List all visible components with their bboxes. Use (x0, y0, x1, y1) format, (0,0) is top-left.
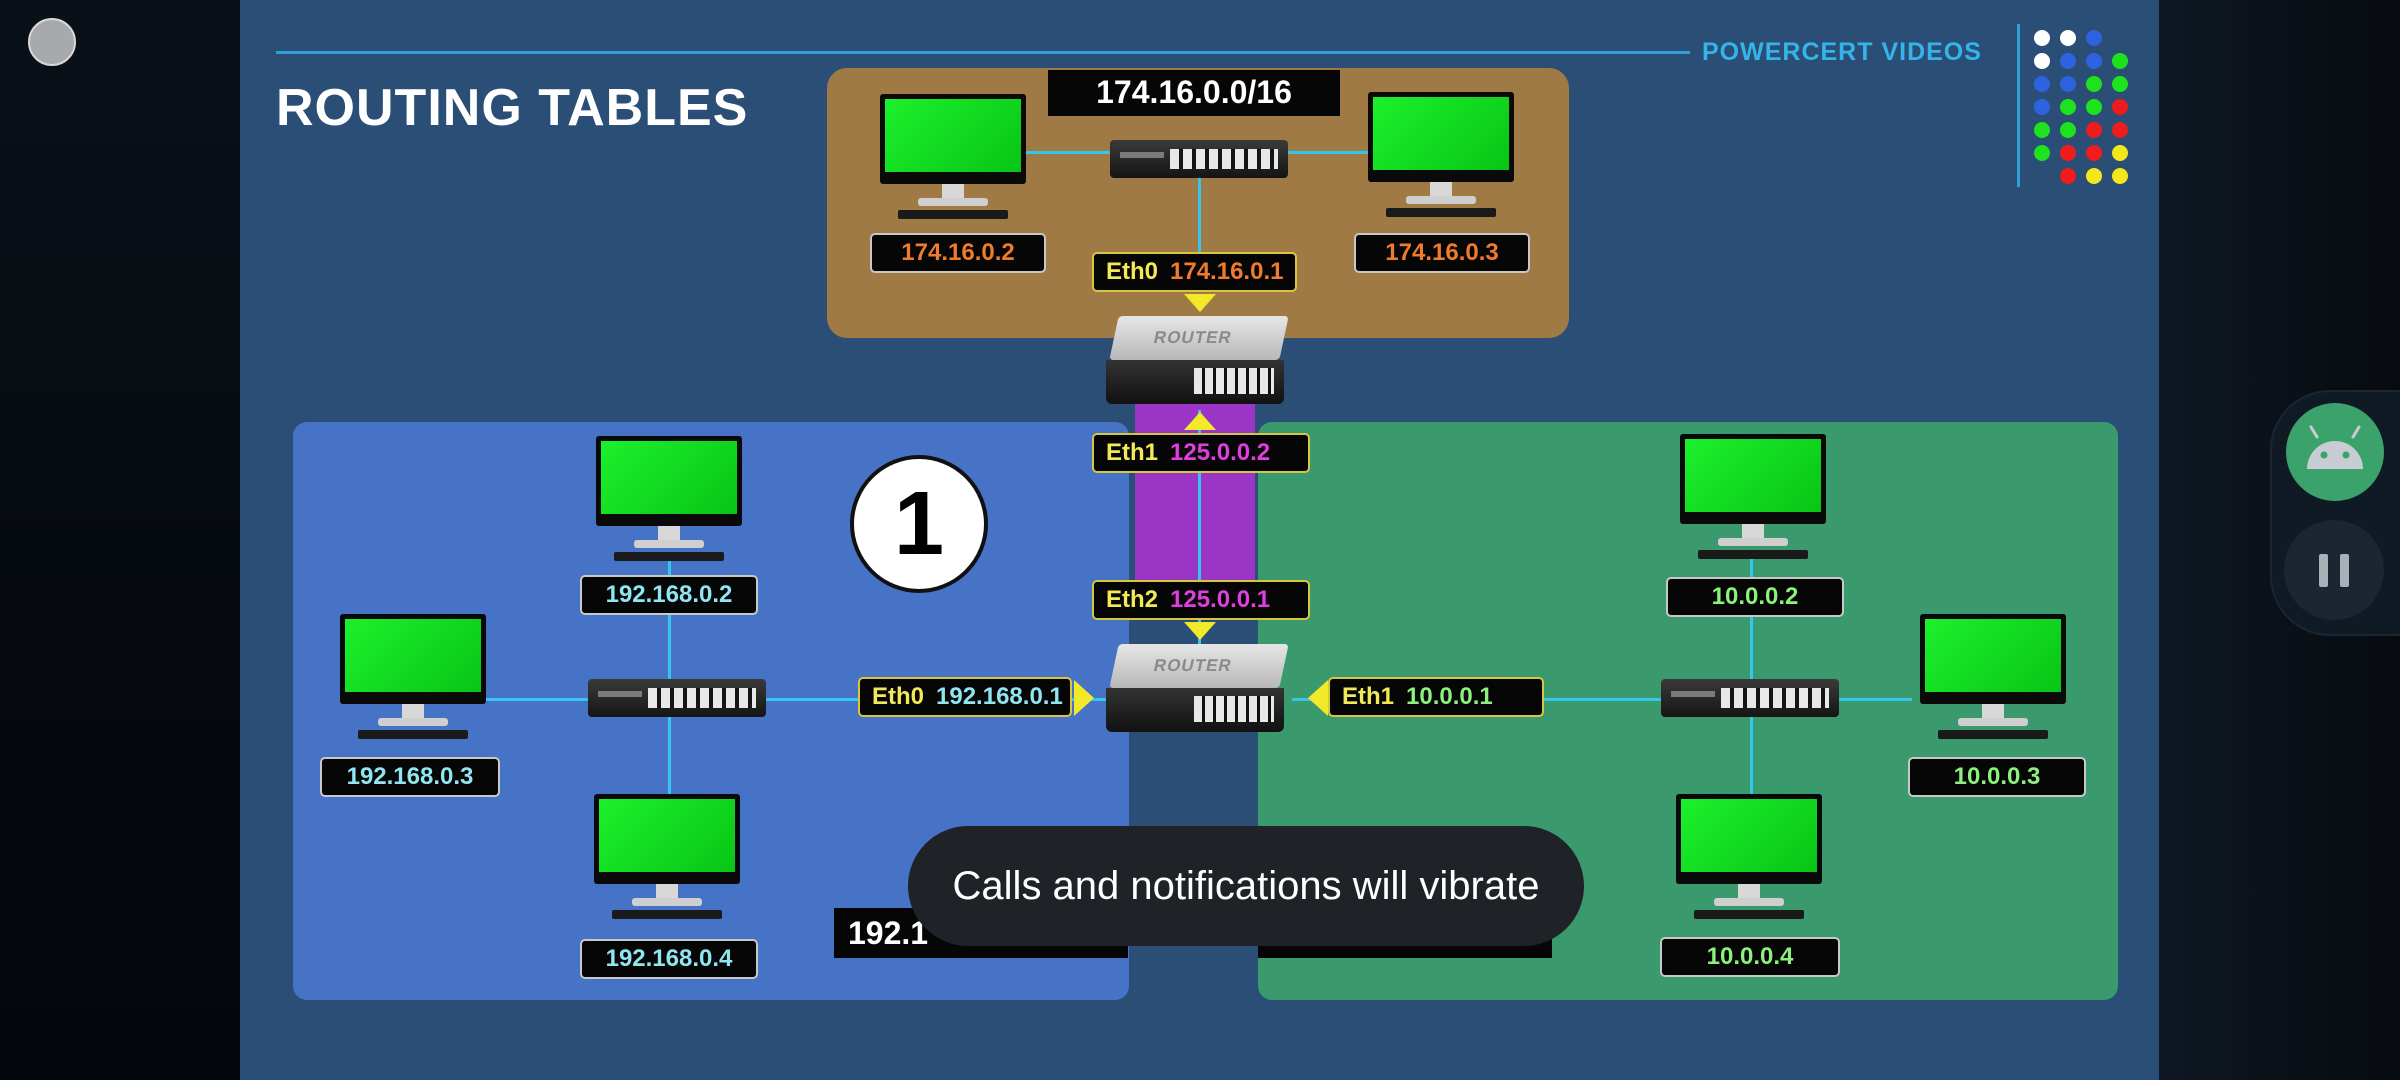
screen-record-icon[interactable] (28, 18, 76, 66)
wire (1198, 170, 1201, 260)
interface-name: Eth2 (1106, 586, 1159, 613)
arrow-down-icon (1184, 294, 1216, 312)
computer-icon (594, 794, 740, 924)
brand-dot (2112, 99, 2128, 115)
computer-icon (880, 94, 1026, 224)
computer-icon (1676, 794, 1822, 924)
pause-button[interactable] (2284, 520, 2384, 620)
arrow-right-icon (1074, 680, 1094, 716)
brand-dot (2034, 53, 2050, 69)
brand-dot (2086, 30, 2102, 46)
host-ip-label: 192.168.0.2 (580, 575, 758, 615)
brand-dot (2086, 145, 2102, 161)
computer-icon (596, 436, 742, 566)
pause-icon (2319, 554, 2328, 587)
computer-icon (340, 614, 486, 744)
interface-ip: 192.168.0.1 (936, 683, 1063, 710)
brand-dot (2060, 30, 2076, 46)
network-top-label: 174.16.0.0/16 (1048, 70, 1340, 116)
pause-icon (2340, 554, 2349, 587)
host-ip-label: 10.0.0.3 (1908, 757, 2086, 797)
brand-dot (2034, 99, 2050, 115)
brand-dot (2112, 145, 2128, 161)
host-ip-label: 192.168.0.4 (580, 939, 758, 979)
brand-dot (2060, 53, 2076, 69)
interface-name: Eth1 (1106, 439, 1159, 466)
router-icon: ROUTER (1106, 316, 1296, 412)
step-number-badge: 1 (850, 455, 988, 593)
arrow-up-icon (1184, 412, 1216, 430)
host-ip-label: 174.16.0.2 (870, 233, 1046, 273)
slide-title: ROUTING TABLES (276, 79, 749, 137)
switch-icon (1661, 679, 1839, 717)
brand-dot (2086, 76, 2102, 92)
brand-dot (2112, 122, 2128, 138)
switch-icon (1110, 140, 1288, 178)
router-icon: ROUTER (1106, 644, 1296, 740)
arrow-down-icon (1184, 622, 1216, 640)
brand-dot (2112, 168, 2128, 184)
android-icon[interactable] (2286, 403, 2384, 501)
router-interface-label: Eth1 10.0.0.1 (1328, 677, 1544, 717)
left-letterbox (0, 0, 240, 1080)
interface-name: Eth0 (1106, 258, 1159, 285)
switch-icon (588, 679, 766, 717)
interface-ip: 174.16.0.1 (1170, 258, 1284, 285)
host-ip-label: 10.0.0.4 (1660, 937, 1840, 977)
brand-dot (2060, 76, 2076, 92)
interface-ip: 125.0.0.1 (1170, 586, 1271, 613)
brand-dot (2060, 168, 2076, 184)
host-ip-label: 192.168.0.3 (320, 757, 500, 797)
interface-name: Eth1 (1342, 683, 1395, 710)
interface-ip: 125.0.0.2 (1170, 439, 1271, 466)
brand-dot (2086, 53, 2102, 69)
vibrate-toast: Calls and notifications will vibrate (908, 826, 1584, 946)
computer-icon (1920, 614, 2066, 744)
brand-dot (2034, 145, 2050, 161)
header-divider (276, 51, 1690, 54)
brand-dot (2060, 122, 2076, 138)
interface-name: Eth0 (872, 683, 925, 710)
brand-dot (2086, 168, 2102, 184)
brand-dot (2112, 53, 2128, 69)
router-interface-label: Eth2 125.0.0.1 (1092, 580, 1310, 620)
brand-dot (2060, 145, 2076, 161)
host-ip-label: 10.0.0.2 (1666, 577, 1844, 617)
router-interface-label: Eth0 192.168.0.1 (858, 677, 1072, 717)
computer-icon (1368, 92, 1514, 222)
brand-dot (2034, 76, 2050, 92)
brand-divider (2017, 24, 2020, 187)
interface-ip: 10.0.0.1 (1406, 683, 1493, 710)
computer-icon (1680, 434, 1826, 564)
brand-dot (2086, 99, 2102, 115)
brand-dot (2034, 122, 2050, 138)
arrow-left-icon (1308, 680, 1328, 716)
brand-logo-text: POWERCERT VIDEOS (1702, 38, 1982, 66)
brand-dot (2086, 122, 2102, 138)
brand-dot (2034, 30, 2050, 46)
brand-dot (2112, 76, 2128, 92)
brand-dot (2060, 99, 2076, 115)
router-interface-label: Eth1 125.0.0.2 (1092, 433, 1310, 473)
host-ip-label: 174.16.0.3 (1354, 233, 1530, 273)
router-interface-label: Eth0 174.16.0.1 (1092, 252, 1298, 292)
